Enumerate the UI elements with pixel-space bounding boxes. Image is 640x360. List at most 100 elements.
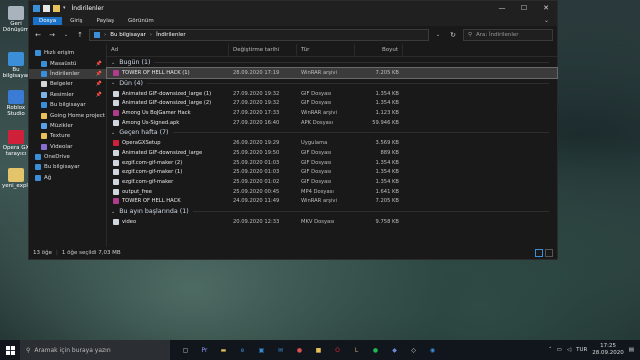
column-date[interactable]: Değiştirme tarihi	[229, 44, 297, 56]
sidebar-item-bu-bilgisayar[interactable]: Bu bilgisayar	[29, 162, 106, 172]
recent-locations-button[interactable]: ⌄	[61, 32, 71, 38]
premiere-icon[interactable]: Pr	[197, 343, 212, 357]
geri-d-n-m-icon	[8, 6, 24, 20]
table-row[interactable]: video 20.09.2020 12:33 MKV Dosyası 9.758 KB	[107, 217, 557, 227]
file-icon	[113, 149, 119, 156]
desktop-icon-geri-d-n-m[interactable]: Geri Dönüşüm	[2, 6, 30, 33]
expand-ribbon-icon[interactable]: ⌄	[544, 17, 549, 24]
app-icon-2[interactable]: ■	[311, 343, 326, 357]
file-type: MKV Dosyası	[301, 219, 335, 226]
refresh-button[interactable]: ↻	[447, 31, 459, 39]
search-icon: ⚲	[468, 32, 473, 38]
sidebar-item-masa-st[interactable]: Masaüstü 📌	[29, 58, 106, 68]
store-icon[interactable]: ▣	[254, 343, 269, 357]
tab-share[interactable]: Paylaş	[91, 17, 120, 25]
sidebar-item-a[interactable]: Ağ	[29, 173, 106, 183]
sidebar-item-going-home-project[interactable]: Going Home project	[29, 110, 106, 120]
file-name-cell: TOWER OF HELL HACK (1)	[107, 69, 229, 76]
group-header[interactable]: ⌄ Bu ayın başlarında (1)	[107, 206, 557, 217]
opera-gx-icon[interactable]: O	[330, 343, 345, 357]
sidebar-item-videolar[interactable]: Videolar	[29, 142, 106, 152]
file-icon	[113, 109, 119, 116]
app-icon-1[interactable]: ●	[292, 343, 307, 357]
sidebar-item-belgeler[interactable]: Belgeler 📌	[29, 79, 106, 89]
desktop-icon-roblox-studio[interactable]: Roblox Studio	[2, 90, 30, 117]
group-header[interactable]: ⌄ Geçen hafta (7)	[107, 127, 557, 138]
column-type[interactable]: Tür	[297, 44, 355, 56]
spotify-icon[interactable]: ●	[368, 343, 383, 357]
language-indicator[interactable]: TUR	[576, 347, 587, 353]
save-icon[interactable]	[33, 4, 40, 12]
table-row[interactable]: Animated GIF-downsized_large (2) 27.09.20…	[107, 98, 557, 108]
table-row[interactable]: TOWER OF HELL HACK (1) 28.09.2020 17:19 Wi…	[106, 67, 558, 79]
tab-file[interactable]: Dosya	[33, 16, 63, 25]
file-type: APK Dosyası	[301, 119, 333, 126]
onedrive-icon	[35, 154, 41, 161]
masa-st-icon	[41, 60, 47, 67]
chevron-down-icon[interactable]: ▾	[63, 5, 66, 11]
column-name[interactable]: Ad	[107, 44, 229, 56]
column-size[interactable]: Boyut	[355, 44, 403, 56]
app-icon-3[interactable]: ◉	[425, 343, 440, 357]
clock[interactable]: 17:25 28.09.2020	[592, 343, 624, 356]
table-row[interactable]: ezgif.com-gif-maker (2) 25.09.2020 01:03 G…	[107, 158, 557, 168]
large-icons-view-button[interactable]	[545, 249, 553, 257]
table-row[interactable]: output_free 25.09.2020 00:45 MP4 Dosyası 1.…	[107, 187, 557, 197]
league-icon[interactable]: L	[349, 343, 364, 357]
edge-icon[interactable]: e	[235, 343, 250, 357]
start-button[interactable]	[0, 340, 20, 360]
table-row[interactable]: TOWER OF HELL HACK 24.09.2020 11:49 WinRAR…	[107, 197, 557, 207]
address-bar[interactable]: › Bu bilgisayar › İndirilenler	[89, 29, 429, 41]
chevron-up-icon[interactable]: ˄	[549, 347, 552, 353]
table-row[interactable]: Animated GIF-downsized_large (1) 27.09.20…	[107, 89, 557, 99]
desktop-icon-opera-gx-taray-c[interactable]: Opera GX tarayıcı	[2, 130, 30, 157]
group-header[interactable]: ⌄ Bugün (1)	[107, 57, 557, 68]
properties-icon[interactable]	[43, 4, 50, 12]
tab-view[interactable]: Görünüm	[122, 17, 160, 25]
address-dropdown-icon[interactable]: ⌄	[433, 32, 443, 38]
item-count: 13 öğe	[33, 250, 52, 256]
file-size: 3.569 KB	[375, 140, 399, 147]
search-input[interactable]: ⚲ Ara: İndirilenler	[463, 29, 553, 41]
sidebar-item-m-zikler[interactable]: Müzikler	[29, 121, 106, 131]
discord-icon[interactable]: ◆	[387, 343, 402, 357]
desktop-icon-yeni-explo[interactable]: yeni_explo	[2, 168, 31, 189]
breadcrumb-this-pc[interactable]: Bu bilgisayar	[110, 32, 146, 38]
quick-access-toolbar: ▾	[29, 4, 66, 12]
up-button[interactable]: ↑	[75, 31, 85, 39]
task-view-icon[interactable]: ▢	[178, 343, 193, 357]
sidebar-item-bu-bilgisayar[interactable]: Bu bilgisayar	[29, 100, 106, 110]
group-header[interactable]: ⌄ Dün (4)	[107, 78, 557, 89]
sidebar-item-resimler[interactable]: Resimler 📌	[29, 90, 106, 100]
details-view-button[interactable]	[535, 249, 543, 257]
mail-icon[interactable]: ✉	[273, 343, 288, 357]
back-button[interactable]: ←	[33, 31, 43, 39]
table-row[interactable]: OperaGXSetup 26.09.2020 19:29 Uygulama 3.56…	[107, 138, 557, 148]
roblox-icon[interactable]: ◇	[406, 343, 421, 357]
table-row[interactable]: Among Us-Signed.apk 27.09.2020 16:40 APK D…	[107, 118, 557, 128]
table-row[interactable]: ezgif.com-gif-maker (1) 25.09.2020 01:03 G…	[107, 168, 557, 178]
volume-icon[interactable]: ◁	[567, 347, 571, 353]
table-row[interactable]: ezgif.com-gif-maker 25.09.2020 01:02 GIF D…	[107, 177, 557, 187]
tab-home[interactable]: Giriş	[64, 17, 88, 25]
minimize-button[interactable]: —	[491, 1, 513, 15]
sidebar-item-h-zl-eri-im[interactable]: Hızlı erişim	[29, 48, 106, 58]
search-icon: ⚲	[26, 346, 31, 354]
close-button[interactable]: ✕	[535, 1, 557, 15]
sidebar-item-i-ndirilenler[interactable]: İndirilenler 📌	[29, 68, 106, 80]
table-row[interactable]: Animated GIF-downsized_large 25.09.2020 1…	[107, 148, 557, 158]
new-folder-icon[interactable]	[53, 4, 60, 12]
file-date: 27.09.2020 16:40	[233, 119, 280, 126]
breadcrumb-downloads[interactable]: İndirilenler	[156, 32, 186, 38]
taskbar-search[interactable]: ⚲ Aramak için buraya yazın	[20, 340, 170, 360]
network-icon[interactable]: ▭	[557, 347, 562, 353]
maximize-button[interactable]: ☐	[513, 1, 535, 15]
table-row[interactable]: Among Us BoJGamer Hack 27.09.2020 17:33 Wi…	[107, 108, 557, 118]
sidebar-item-texture[interactable]: Texture	[29, 131, 106, 141]
desktop-icon-bu-bilgisayar[interactable]: Bu bilgisayar	[2, 52, 30, 79]
notifications-icon[interactable]: ▤	[629, 347, 634, 353]
file-name: ezgif.com-gif-maker (2)	[122, 159, 183, 166]
explorer-icon[interactable]: ▬	[216, 343, 231, 357]
forward-button[interactable]: →	[47, 31, 57, 39]
sidebar-item-onedrive[interactable]: OneDrive	[29, 152, 106, 162]
